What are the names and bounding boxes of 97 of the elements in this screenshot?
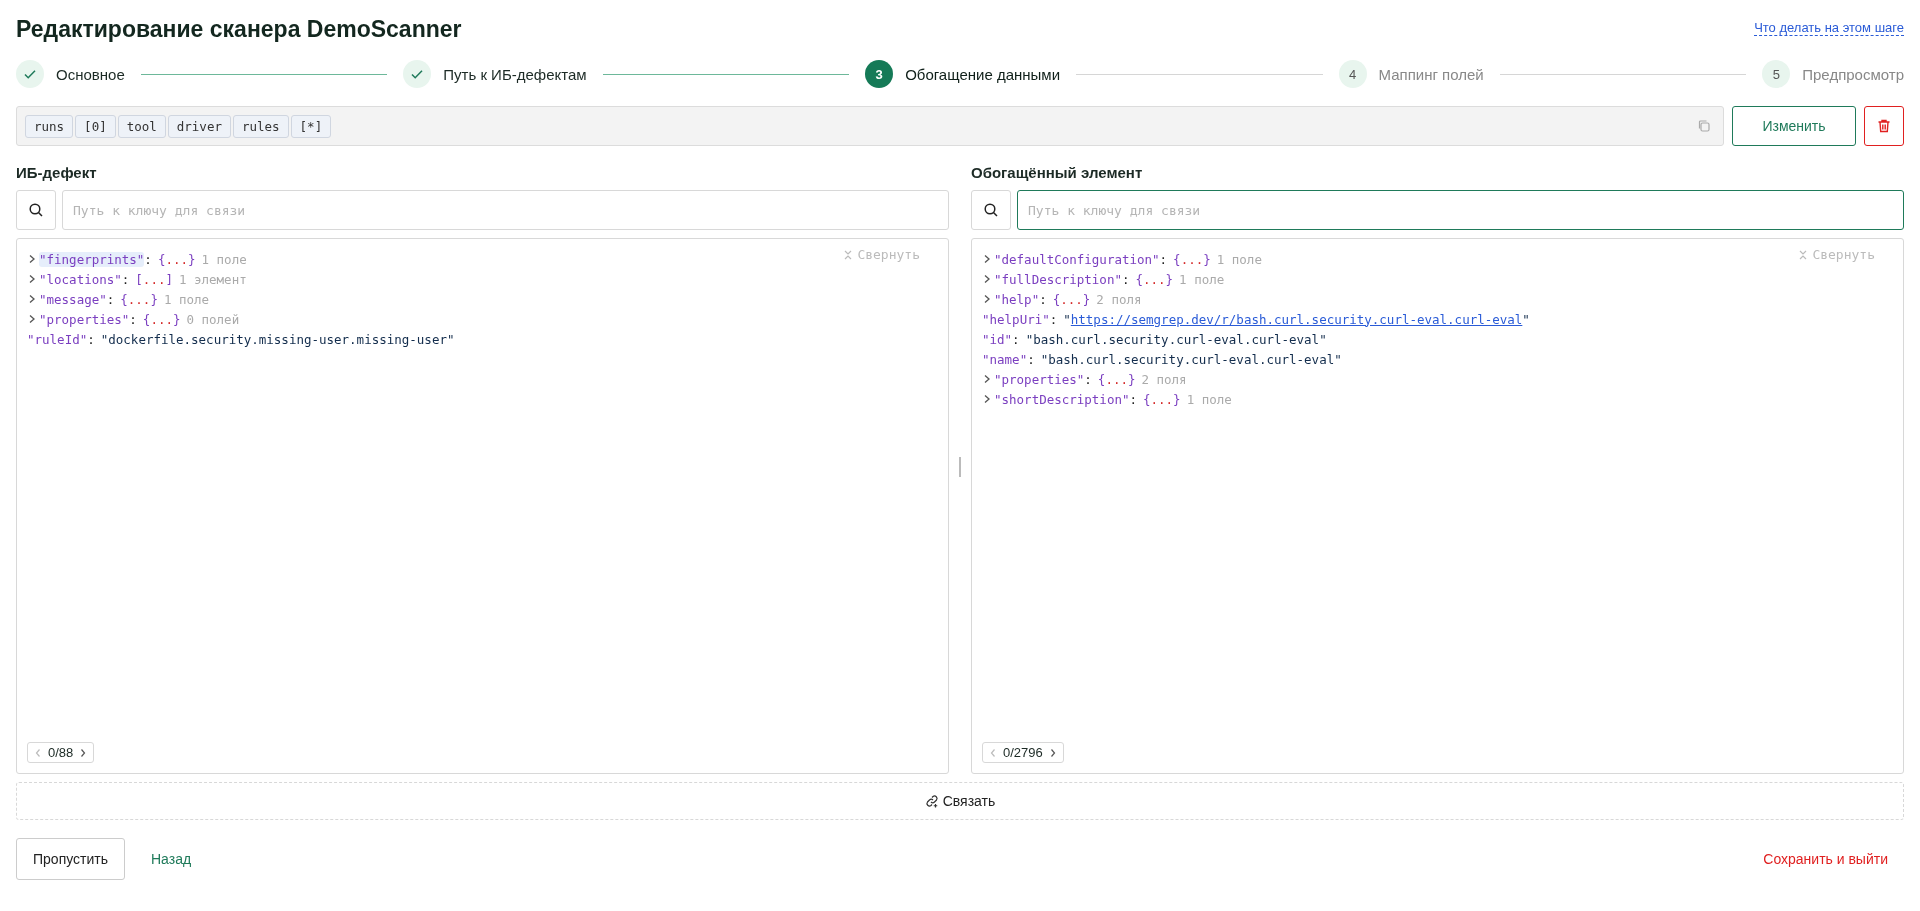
panel-title: Обогащённый элемент bbox=[971, 163, 1144, 183]
pager-count: 0/88 bbox=[48, 745, 74, 760]
search-field[interactable]: Путь к ключу для связи bbox=[1017, 190, 1904, 230]
step-label: Путь к ИБ-дефектам bbox=[443, 65, 587, 83]
expand-icon[interactable] bbox=[27, 313, 37, 325]
link-icon bbox=[924, 794, 939, 808]
colon: : bbox=[1027, 351, 1035, 367]
json-key[interactable]: "properties" bbox=[39, 311, 130, 327]
item-count: 1 поле bbox=[1216, 251, 1262, 267]
step-label: Маппинг полей bbox=[1378, 65, 1484, 83]
colon: : bbox=[1012, 331, 1020, 347]
json-value: "dockerfile.security.missing-user.missing-user" bbox=[100, 331, 455, 347]
panel-title: ИБ-дефект bbox=[16, 163, 98, 183]
json-key[interactable]: "shortDescription" bbox=[994, 391, 1130, 407]
item-count: 1 элемент bbox=[178, 271, 247, 287]
colon: : bbox=[87, 331, 95, 347]
collapse-icon bbox=[843, 249, 854, 260]
quote-mark: " bbox=[1063, 311, 1071, 327]
next-icon[interactable] bbox=[79, 747, 88, 758]
colon: : bbox=[129, 311, 137, 327]
colon: : bbox=[144, 251, 152, 267]
json-value: "bash.curl.security.curl-eval.curl-eval" bbox=[1025, 331, 1327, 347]
path-segment: tool bbox=[117, 114, 166, 138]
item-count: 1 поле bbox=[1186, 391, 1232, 407]
json-value: "bash.curl.security.curl-eval.curl-eval" bbox=[1040, 351, 1342, 367]
path-segment: rules bbox=[232, 114, 289, 138]
delete-button[interactable] bbox=[1864, 106, 1904, 146]
step-label: Обогащение данными bbox=[905, 65, 1061, 83]
json-key[interactable]: "helpUri" bbox=[982, 311, 1050, 327]
resize-handle[interactable] bbox=[959, 457, 961, 477]
step-number: 4 bbox=[1338, 60, 1367, 88]
json-key[interactable]: "help" bbox=[994, 291, 1040, 307]
step-number: 3 bbox=[865, 60, 894, 88]
colon: : bbox=[121, 271, 130, 287]
collapsed-value[interactable]: {...} bbox=[120, 291, 158, 307]
collapse-icon bbox=[1798, 249, 1809, 260]
json-key[interactable]: "name" bbox=[982, 351, 1028, 367]
json-key[interactable]: "properties" bbox=[994, 371, 1085, 387]
path-segment: driver bbox=[167, 114, 231, 138]
colon: : bbox=[106, 291, 115, 307]
colon: : bbox=[1049, 311, 1058, 327]
colon: : bbox=[1039, 291, 1047, 307]
item-count: 1 поле bbox=[163, 291, 210, 307]
item-count: 2 поля bbox=[1096, 291, 1142, 307]
collapsed-value[interactable]: {...} bbox=[157, 251, 196, 267]
search-button[interactable] bbox=[16, 190, 56, 230]
back-button[interactable]: Назад bbox=[139, 851, 204, 867]
colon: : bbox=[1121, 271, 1130, 287]
help-link[interactable]: Что делать на этом шаге bbox=[1754, 20, 1904, 36]
page-title: Редактирование сканера DemoScanner bbox=[16, 15, 462, 43]
expand-icon[interactable] bbox=[27, 293, 37, 305]
step-label: Предпросмотр bbox=[1802, 65, 1904, 83]
expand-icon[interactable] bbox=[982, 373, 992, 385]
quote-mark: " bbox=[1522, 311, 1530, 327]
link-button[interactable]: Связать bbox=[16, 782, 1904, 820]
search-button[interactable] bbox=[971, 190, 1011, 230]
json-key[interactable]: "locations" bbox=[39, 271, 122, 287]
expand-icon[interactable] bbox=[982, 393, 992, 405]
collapsed-value[interactable]: {...} bbox=[1135, 271, 1174, 287]
colon: : bbox=[1159, 251, 1168, 267]
collapsed-value[interactable]: {...} bbox=[1052, 291, 1091, 307]
trash-icon bbox=[1876, 118, 1892, 134]
expand-icon[interactable] bbox=[27, 253, 37, 265]
edit-button[interactable]: Изменить bbox=[1732, 106, 1856, 146]
json-key[interactable]: "message" bbox=[39, 291, 107, 307]
colon: : bbox=[1129, 391, 1137, 407]
json-key[interactable]: "fullDescription" bbox=[994, 271, 1122, 287]
search-icon bbox=[983, 202, 999, 218]
next-icon[interactable] bbox=[1048, 747, 1057, 758]
collapsed-value[interactable]: {...} bbox=[1097, 371, 1136, 387]
item-count: 1 поле bbox=[1179, 271, 1225, 287]
expand-icon[interactable] bbox=[982, 273, 992, 285]
skip-button[interactable]: Пропустить bbox=[16, 838, 125, 880]
save-exit-button[interactable]: Сохранить и выйти bbox=[1747, 851, 1904, 867]
collapsed-value[interactable]: [...] bbox=[135, 271, 173, 287]
path-segment: runs bbox=[25, 114, 74, 138]
colon: : bbox=[1084, 371, 1092, 387]
path-segment: [0] bbox=[75, 114, 116, 138]
expand-icon[interactable] bbox=[27, 273, 37, 285]
json-key[interactable]: "ruleId" bbox=[27, 331, 88, 347]
search-icon bbox=[28, 202, 44, 218]
pager-count: 0/2796 bbox=[1003, 745, 1043, 760]
item-count: 2 поля bbox=[1141, 371, 1187, 387]
collapsed-value[interactable]: {...} bbox=[142, 311, 181, 327]
url-link[interactable]: https://semgrep.dev/r/bash.curl.security.curl-eval.curl-eval bbox=[1070, 311, 1523, 327]
collapsed-value[interactable]: {...} bbox=[1173, 251, 1211, 267]
item-count: 0 полей bbox=[186, 311, 240, 327]
item-count: 1 поле bbox=[201, 251, 247, 267]
step-label: Основное bbox=[56, 65, 125, 83]
step-number: 5 bbox=[1762, 60, 1791, 88]
path-segment: [*] bbox=[290, 114, 332, 138]
json-key[interactable]: "defaultConfiguration" bbox=[994, 251, 1160, 267]
collapsed-value[interactable]: {...} bbox=[1143, 391, 1181, 407]
expand-icon[interactable] bbox=[982, 253, 992, 265]
json-key[interactable]: "id" bbox=[982, 331, 1013, 347]
expand-icon[interactable] bbox=[982, 293, 992, 305]
json-key[interactable]: "fingerprints" bbox=[39, 251, 145, 267]
